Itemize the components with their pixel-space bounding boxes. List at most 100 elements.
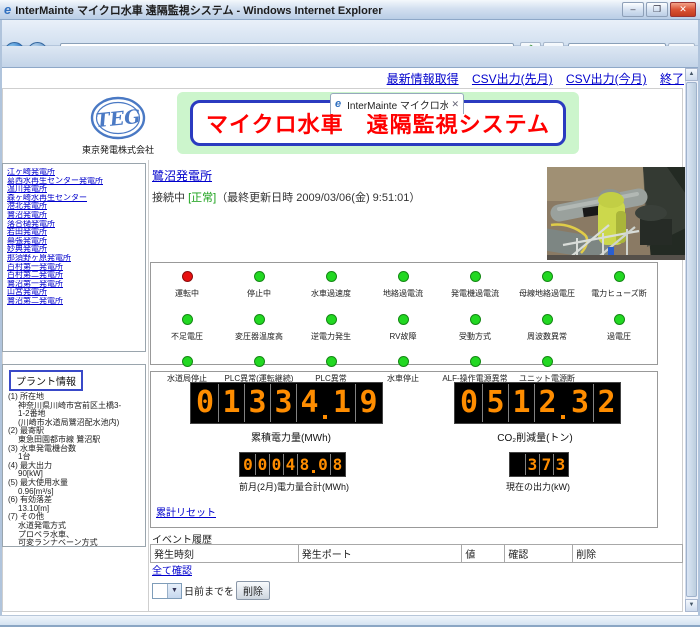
digit: 1 <box>508 384 534 422</box>
status-lamp: 水車過速度 <box>295 269 367 299</box>
ie-window-icon: e <box>4 2 11 17</box>
sidebar-plant-link[interactable]: 森ヶ崎水再生センター <box>7 194 143 203</box>
digit: 1 <box>218 384 244 422</box>
lamp-indicator <box>326 356 337 367</box>
monthly-energy-display: 0004808 <box>239 452 346 477</box>
table-header-row: 発生時刻 発生ポート 値 確認 削除 <box>151 545 683 563</box>
sidebar-plant-link[interactable]: 幕張発電所 <box>7 237 143 246</box>
lamp-indicator <box>182 314 193 325</box>
sidebar-plant-link[interactable]: 江ヶ崎発電所 <box>7 168 143 177</box>
lamp-indicator <box>398 356 409 367</box>
col-confirm: 確認 <box>505 545 573 563</box>
csv-this-month-link[interactable]: CSV出力(今月) <box>566 72 647 86</box>
tab-intermainte-active[interactable]: e InterMainte マイクロ水車 ... ✕ <box>330 93 464 114</box>
digit: 2 <box>534 384 560 422</box>
scroll-down-icon[interactable]: ▼ <box>685 599 698 612</box>
close-button[interactable]: ✕ <box>670 2 696 17</box>
address-bar: ← → ▾ e http://www01.intermainte.com/ IW… <box>0 20 700 46</box>
digit: 0 <box>456 384 482 422</box>
digit: 3 <box>244 384 270 422</box>
status-prefix: 接続中 <box>152 192 188 204</box>
digit: 1 <box>329 384 355 422</box>
tabs-bar: ★ ★ ▾ e トップページ - サイボウズ(R) O... e マイクロ水力発… <box>0 46 700 68</box>
digit: 0 <box>192 384 218 422</box>
confirm-all-link[interactable]: 全て確認 <box>152 562 192 577</box>
days-select[interactable]: ▼ <box>152 583 182 599</box>
lamp-label: 運転中 <box>151 288 223 299</box>
lamp-indicator <box>542 314 553 325</box>
lamp-indicator <box>470 314 481 325</box>
lamp-label: 変圧器温度高 <box>223 331 295 342</box>
sidebar-plant-link[interactable]: 鷺沼第一発電所 <box>7 280 143 289</box>
sidebar-plant-link[interactable]: 百村第二発電所 <box>7 271 143 280</box>
csv-last-month-link[interactable]: CSV出力(先月) <box>472 72 553 86</box>
delete-button[interactable]: 削除 <box>236 581 270 600</box>
status-lamp-panel: 運転中 停止中 水車過速度 地絡過電流 発電機過電流 母線地絡過電圧 電力ヒュー… <box>150 262 658 365</box>
meter-panel: 0133419 051232 累積電力量(MWh) CO₂削減量(トン) 000… <box>150 371 658 528</box>
lamp-label: 水車過速度 <box>295 288 367 299</box>
svg-text:TEG: TEG <box>95 106 142 133</box>
co2-reduction-display: 051232 <box>454 382 621 424</box>
digit <box>560 384 567 422</box>
sidebar-plant-link[interactable]: 鷺沼発電所 <box>7 211 143 220</box>
digit: 0 <box>269 454 283 475</box>
lamp-indicator <box>470 271 481 282</box>
lamp-indicator <box>254 271 265 282</box>
cumulative-reset-link[interactable]: 累計リセット <box>156 504 216 519</box>
sidebar-plant-link[interactable]: 妙典発電所 <box>7 245 143 254</box>
digit <box>311 454 316 475</box>
col-value: 値 <box>462 545 505 563</box>
maximize-button[interactable]: ❐ <box>646 2 668 17</box>
plant-info-lines: (1) 所在地 神奈川県川崎市宮前区土橋3- 1-2番地 (川崎市水道局鷺沼配水… <box>7 393 143 548</box>
status-lamp: 過電圧 <box>583 312 655 342</box>
sidebar-plant-link[interactable]: 那須野ヶ原発電所 <box>7 254 143 263</box>
digit: 3 <box>525 454 539 475</box>
sidebar-plant-link[interactable]: 温川発電所 <box>7 185 143 194</box>
status-lamp: 発電機過電流 <box>439 269 511 299</box>
digit <box>322 384 329 422</box>
window-title: InterMainte マイクロ水車 遠隔監視システム - Windows In… <box>15 2 620 18</box>
status-lamp: 地絡過電流 <box>367 269 439 299</box>
plant-list-sidebar: 江ヶ崎発電所 葛西水再生センター発電所 温川発電所 森ヶ崎水再生センター 港北発… <box>2 163 146 352</box>
lamp-indicator <box>614 271 625 282</box>
status-timestamp: （最終更新日時 2009/03/06(金) 9:51:01） <box>216 192 420 204</box>
status-lamp: 不足電圧 <box>151 312 223 342</box>
scroll-up-icon[interactable]: ▲ <box>685 68 698 81</box>
status-lamp: 受動方式 <box>439 312 511 342</box>
digit: 7 <box>539 454 553 475</box>
sidebar-plant-link[interactable]: 港北発電所 <box>7 202 143 211</box>
status-lamp: 電力ヒューズ断 <box>583 269 655 299</box>
sidebar-plant-link[interactable]: 百村第一発電所 <box>7 263 143 272</box>
teg-logo: TEG <box>90 95 146 141</box>
sidebar-plant-link[interactable]: 山宮発電所 <box>7 288 143 297</box>
lamp-label: 逆電力発生 <box>295 331 367 342</box>
lamp-row: 運転中 停止中 水車過速度 地絡過電流 発電機過電流 母線地絡過電圧 電力ヒュー… <box>151 269 657 299</box>
lamp-label: 地絡過電流 <box>367 288 439 299</box>
plant-info-panel: プラント情報 (1) 所在地 神奈川県川崎市宮前区土橋3- 1-2番地 (川崎市… <box>2 364 146 547</box>
info-line: 可変ランナベーン方式 <box>7 539 143 548</box>
select-dropdown-icon[interactable]: ▼ <box>167 584 181 598</box>
lamp-indicator <box>326 314 337 325</box>
sidebar-plant-link[interactable]: 若田発電所 <box>7 228 143 237</box>
delete-label: 日前までを <box>184 583 234 598</box>
tab-close-icon[interactable]: ✕ <box>451 99 459 110</box>
lamp-indicator <box>470 356 481 367</box>
lamp-row: 不足電圧 変圧器温度高 逆電力発生 RV故障 受動方式 周波数異常 過電圧 <box>151 312 657 342</box>
digit: 8 <box>297 454 311 475</box>
scrollbar-thumb[interactable] <box>686 82 697 597</box>
minimize-button[interactable]: – <box>622 2 644 17</box>
status-lamp: 運転中 <box>151 269 223 299</box>
sidebar-plant-link[interactable]: 葛西水再生センター発電所 <box>7 177 143 186</box>
get-latest-link[interactable]: 最新情報取得 <box>387 72 459 86</box>
digit: 4 <box>283 454 297 475</box>
status-state: [正常] <box>188 192 216 204</box>
delete-controls: ▼ 日前までを 削除 <box>152 581 270 600</box>
sidebar-plant-link[interactable]: 鷺沼第二発電所 <box>7 297 143 306</box>
monthly-energy-label: 前月(2月)電力量合計(MWh) <box>194 480 394 493</box>
sidebar-plant-link[interactable]: 落合樋発電所 <box>7 220 143 229</box>
station-name-link[interactable]: 鷺沼発電所 <box>152 167 212 184</box>
exit-link[interactable]: 終了 <box>660 72 684 86</box>
company-name: 東京発電株式会社 <box>80 143 156 156</box>
digit: 3 <box>270 384 296 422</box>
cumulative-energy-display: 0133419 <box>190 382 383 424</box>
